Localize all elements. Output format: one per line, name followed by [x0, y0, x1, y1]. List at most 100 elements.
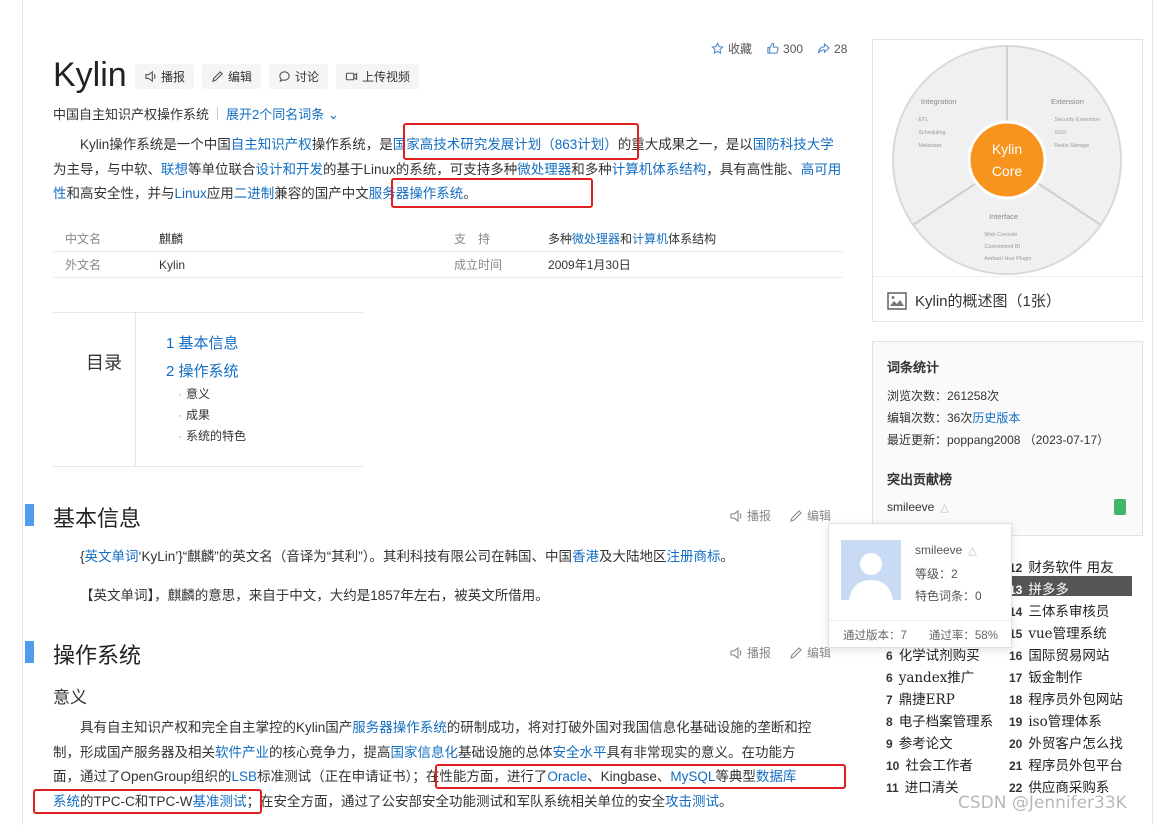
upload-video-button[interactable]: 上传视频 — [336, 64, 420, 89]
list-item[interactable]: 11 进口清关 — [886, 776, 959, 796]
section-tools: 播报 编辑 — [729, 644, 831, 661]
link-informatization[interactable]: 国家信息化 — [391, 745, 459, 760]
collect-button[interactable]: 收藏 — [711, 40, 752, 57]
highlight-box — [391, 178, 593, 208]
link-lenovo[interactable]: 联想 — [161, 162, 188, 177]
link-software-industry[interactable]: 软件产业 — [215, 745, 269, 760]
section-report-button[interactable]: 播报 — [729, 507, 771, 524]
expand-homonyms-label: 展开2个同名词条 — [226, 107, 325, 122]
link-attack-test[interactable]: 攻击测试 — [665, 794, 719, 809]
diagram-label: Integration — [921, 97, 956, 106]
diagram-center-text: Kylin — [992, 141, 1022, 157]
list-item[interactable]: 6 yandex推广 — [886, 666, 974, 686]
stats-updated: 最近更新：poppang2008 （2023-07-17） — [887, 433, 1110, 447]
contributor-row[interactable]: smileeve △ — [887, 500, 949, 514]
link-lsb[interactable]: LSB — [232, 769, 258, 784]
infobox-value: 麒麟 — [159, 232, 184, 246]
infobox-value: 2009年1月30日 — [548, 258, 631, 272]
link-english-word[interactable]: 英文单词 — [85, 549, 139, 564]
para-text: 基础设施的总体 — [458, 744, 553, 760]
link-architecture[interactable]: 计算机体系结构 — [612, 162, 707, 177]
list-item[interactable]: 14 三体系审核员 — [1009, 600, 1109, 620]
report-label: 播报 — [747, 646, 772, 660]
link-ip[interactable]: 自主知识产权 — [231, 137, 312, 152]
toc-label: 目录 — [86, 353, 122, 373]
popup-username: smileeve — [915, 543, 963, 557]
section-edit-button[interactable]: 编辑 — [789, 644, 831, 661]
list-item[interactable]: 18 程序员外包网站 — [1009, 688, 1123, 708]
section-marker — [25, 504, 34, 526]
contributors-heading: 突出贡献榜 — [887, 472, 953, 487]
list-item[interactable]: 20 外贸客户怎么找 — [1009, 732, 1123, 752]
link-server-os-2[interactable]: 服务器操作系统 — [352, 720, 447, 735]
list-item[interactable]: 21 程序员外包平台 — [1009, 754, 1123, 774]
para-text: 。 — [718, 793, 733, 809]
bookmark-icon[interactable] — [1114, 499, 1126, 515]
section-report-button[interactable]: 播报 — [729, 644, 771, 661]
list-item[interactable]: 19 iso管理体系 — [1009, 710, 1102, 730]
link-microprocessor[interactable]: 微处理器 — [517, 162, 571, 177]
summary-text: ，具有高性能、 — [706, 161, 801, 177]
infobox-key: 中文名 — [65, 232, 102, 246]
summary-text: 操作系统，是 — [311, 137, 393, 152]
list-item[interactable]: 16 国际贸易网站 — [1009, 644, 1109, 664]
section-edit-button[interactable]: 编辑 — [789, 507, 831, 524]
share-count: 28 — [834, 41, 848, 56]
toc-subitem[interactable]: 系统的特色 — [178, 427, 246, 444]
link-hongkong[interactable]: 香港 — [572, 549, 599, 564]
list-item[interactable]: 13 拼多多 — [1009, 578, 1069, 598]
para-line: 具有自主知识产权和完全自主掌控的Kylin国产服务器操作系统的研制成功，将对打破… — [53, 716, 843, 741]
list-item[interactable]: 10 社会工作者 — [886, 754, 973, 774]
subtitle-divider — [217, 107, 219, 120]
list-item[interactable]: 9 参考论文 — [886, 732, 953, 752]
popup-level: 等级：2 — [915, 567, 958, 581]
edit-button[interactable]: 编辑 — [202, 64, 262, 89]
toc-item-os[interactable]: 2 操作系统 — [166, 360, 239, 381]
toc-item-basic-info[interactable]: 1 基本信息 — [166, 332, 239, 353]
link-nudt[interactable]: 国防科技大学 — [753, 137, 834, 152]
discuss-button[interactable]: 讨论 — [269, 64, 329, 89]
page-frame-right — [1152, 0, 1153, 825]
subsection-title-significance: 意义 — [53, 688, 87, 707]
user-silhouette-icon — [841, 540, 901, 600]
link-trademark[interactable]: 注册商标 — [667, 549, 721, 564]
infobox-key: 支 持 — [454, 232, 491, 246]
toc-subitem[interactable]: 成果 — [178, 406, 210, 423]
avatar[interactable] — [841, 540, 901, 600]
link-linux[interactable]: Linux — [175, 186, 207, 201]
list-item[interactable]: 17 钣金制作 — [1009, 666, 1082, 686]
entry-description: 中国自主知识产权操作系统 — [53, 107, 210, 122]
stats-views: 浏览次数：261258次 — [887, 389, 1000, 403]
link-design[interactable]: 设计和开发 — [256, 162, 324, 177]
toc-divider — [135, 313, 136, 466]
like-count: 300 — [783, 41, 804, 56]
picture-icon — [887, 291, 907, 310]
list-item[interactable]: 8 电子档案管理系 — [886, 710, 993, 730]
list-item[interactable]: 12 财务软件 用友 — [1009, 556, 1114, 576]
toc-subitem[interactable]: 意义 — [178, 385, 210, 402]
share-button[interactable]: 28 — [817, 42, 847, 56]
highlight-box — [33, 789, 262, 814]
report-button[interactable]: 播报 — [135, 64, 195, 89]
popup-name-row: smileeve △ — [915, 543, 977, 557]
list-item[interactable]: 7 鼎捷ERP — [886, 688, 955, 708]
link-microprocessor-info[interactable]: 微处理器 — [572, 232, 620, 246]
expand-homonyms-link[interactable]: 展开2个同名词条 ⌄ — [226, 104, 339, 123]
history-version-link[interactable]: 历史版本 — [972, 411, 1020, 425]
like-button[interactable]: 300 — [766, 42, 803, 56]
para-text: ‘KyLin’}“麒麟”的英文名（音译为“其利”）。其利科技有限公司在韩国、中国 — [138, 549, 573, 564]
list-item[interactable]: 15 vue管理系统 — [1009, 622, 1107, 642]
link-computer-info[interactable]: 计算机 — [632, 232, 668, 246]
overview-image-card[interactable]: Kylin Core Integration · ETL · Schedulin… — [872, 39, 1143, 322]
para-text: 的核心竞争力，提高 — [269, 744, 391, 760]
section-title-basic-info: 基本信息 — [53, 506, 142, 531]
video-camera-icon — [345, 72, 358, 81]
diagram-item: · Metadata — [915, 143, 942, 149]
para-text: 的研制成功，将对打破外国对我国信息化基础设施的垄断和控 — [446, 720, 812, 735]
diagram-center-text: Core — [992, 163, 1023, 179]
link-security-level[interactable]: 安全水平 — [553, 745, 607, 760]
image-caption[interactable]: Kylin的概述图（1张） — [887, 290, 1061, 311]
link-binary[interactable]: 二进制 — [234, 186, 275, 201]
para-text: 制，形成国产服务器及相关 — [53, 744, 215, 760]
para-text: 面，通过了OpenGroup组织的 — [53, 769, 232, 784]
